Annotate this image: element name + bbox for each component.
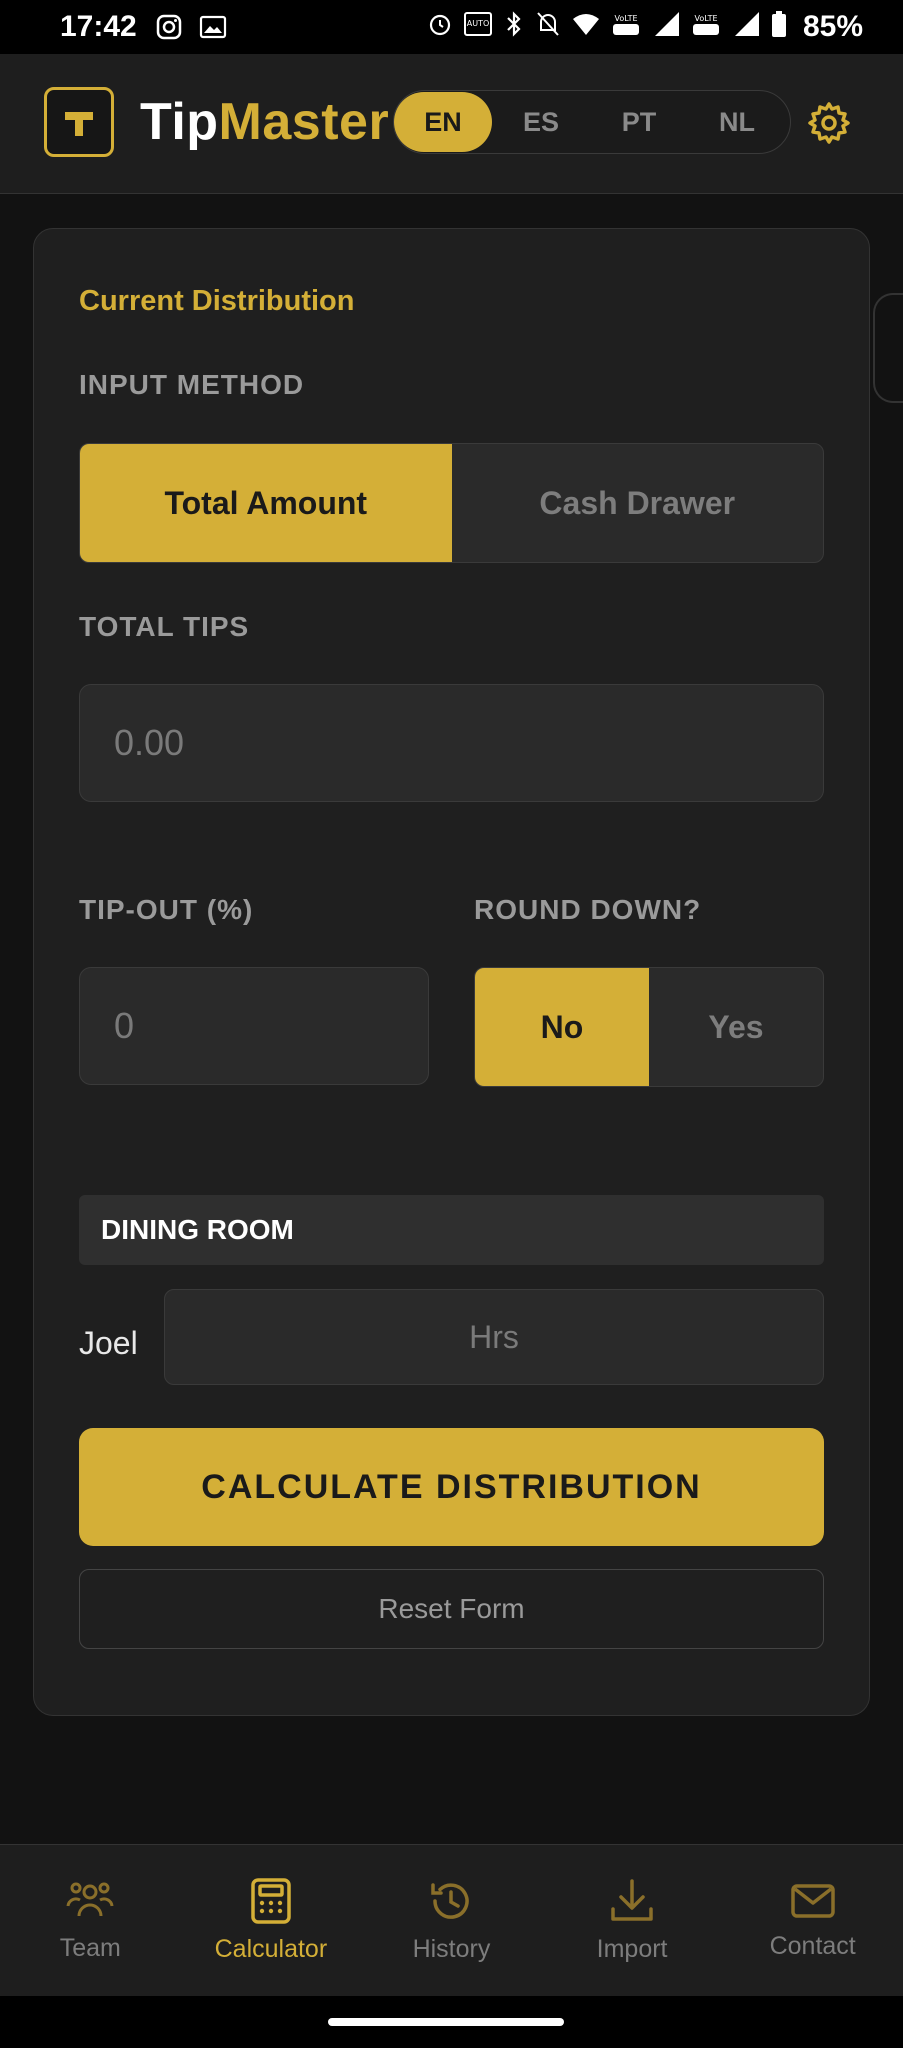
battery-icon xyxy=(771,10,787,45)
download-icon xyxy=(611,1879,653,1921)
app-logo xyxy=(44,87,114,157)
language-en-button[interactable]: EN xyxy=(394,92,492,152)
total-tips-input[interactable]: 0.00 xyxy=(79,684,824,802)
member-hours-input[interactable]: Hrs xyxy=(164,1289,824,1385)
logo-t-icon xyxy=(65,112,93,136)
nav-label-team: Team xyxy=(59,1934,121,1962)
language-switcher: EN ES PT NL xyxy=(393,90,791,154)
volte-lte-icon: VoLTE xyxy=(691,11,721,44)
nav-label-history: History xyxy=(412,1935,491,1963)
input-method-toggle: Total Amount Cash Drawer xyxy=(79,443,824,563)
svg-text:VoLTE: VoLTE xyxy=(694,14,717,23)
nav-label-contact: Contact xyxy=(769,1932,856,1960)
status-time: 17:42 xyxy=(60,10,137,43)
nav-label-calculator: Calculator xyxy=(214,1935,328,1963)
nav-item-calculator[interactable]: Calculator xyxy=(181,1845,362,1996)
bottom-navigation: Team Calculator History Import Contact xyxy=(0,1844,903,1996)
team-icon xyxy=(66,1882,114,1917)
home-indicator[interactable] xyxy=(328,2018,564,2026)
nav-item-history[interactable]: History xyxy=(361,1845,542,1996)
reset-form-button[interactable]: Reset Form xyxy=(79,1569,824,1649)
calculate-distribution-button[interactable]: CALCULATE DISTRIBUTION xyxy=(79,1428,824,1546)
svg-text:VoLTE: VoLTE xyxy=(614,14,637,23)
app-header: TipMaster EN ES PT NL xyxy=(0,54,903,194)
calculator-card: Current Distribution INPUT METHOD Total … xyxy=(33,228,870,1716)
mute-icon xyxy=(535,10,561,45)
round-down-label: ROUND DOWN? xyxy=(474,894,702,925)
gallery-icon xyxy=(199,14,227,40)
mail-icon xyxy=(790,1884,835,1918)
gear-icon xyxy=(808,102,850,144)
volte-lte-icon: VoLTE xyxy=(611,11,641,44)
tip-out-label: TIP-OUT (%) xyxy=(79,894,254,925)
member-name: Joel xyxy=(79,1325,138,1361)
round-down-yes-option[interactable]: Yes xyxy=(649,968,823,1086)
signal-icon xyxy=(651,10,681,45)
language-es-button[interactable]: ES xyxy=(492,92,590,152)
history-icon xyxy=(431,1883,470,1919)
cash-drawer-option[interactable]: Cash Drawer xyxy=(452,444,824,562)
side-drawer-handle[interactable] xyxy=(873,293,903,403)
settings-button[interactable] xyxy=(804,98,854,148)
round-down-no-option[interactable]: No xyxy=(475,968,649,1086)
section-title: Current Distribution xyxy=(79,285,355,317)
round-down-toggle: No Yes xyxy=(474,967,824,1087)
nav-label-import: Import xyxy=(596,1935,668,1963)
total-amount-option[interactable]: Total Amount xyxy=(80,444,452,562)
nav-item-import[interactable]: Import xyxy=(542,1845,723,1996)
auto-hz-icon: AUTO xyxy=(463,11,493,44)
language-pt-button[interactable]: PT xyxy=(590,92,688,152)
tip-out-input[interactable]: 0 xyxy=(79,967,429,1085)
wifi-icon xyxy=(571,11,601,44)
bluetooth-icon xyxy=(503,10,525,45)
nav-item-contact[interactable]: Contact xyxy=(722,1845,903,1996)
group-header-dining-room: DINING ROOM xyxy=(79,1195,824,1265)
nav-item-team[interactable]: Team xyxy=(0,1845,181,1996)
app-title-part2: Master xyxy=(218,93,390,151)
instagram-icon xyxy=(155,13,183,41)
app-title: TipMaster xyxy=(140,92,389,152)
alarm-icon xyxy=(427,11,453,44)
status-bar: 17:42 AUTO VoLTE VoLTE 85% xyxy=(0,0,903,54)
calculator-icon xyxy=(251,1878,291,1924)
total-tips-label: TOTAL TIPS xyxy=(79,611,250,642)
svg-text:AUTO: AUTO xyxy=(467,19,490,28)
language-nl-button[interactable]: NL xyxy=(688,92,786,152)
input-method-label: INPUT METHOD xyxy=(79,369,305,400)
signal-icon xyxy=(731,10,761,45)
app-title-part1: Tip xyxy=(140,93,219,151)
battery-percent: 85% xyxy=(802,10,863,43)
